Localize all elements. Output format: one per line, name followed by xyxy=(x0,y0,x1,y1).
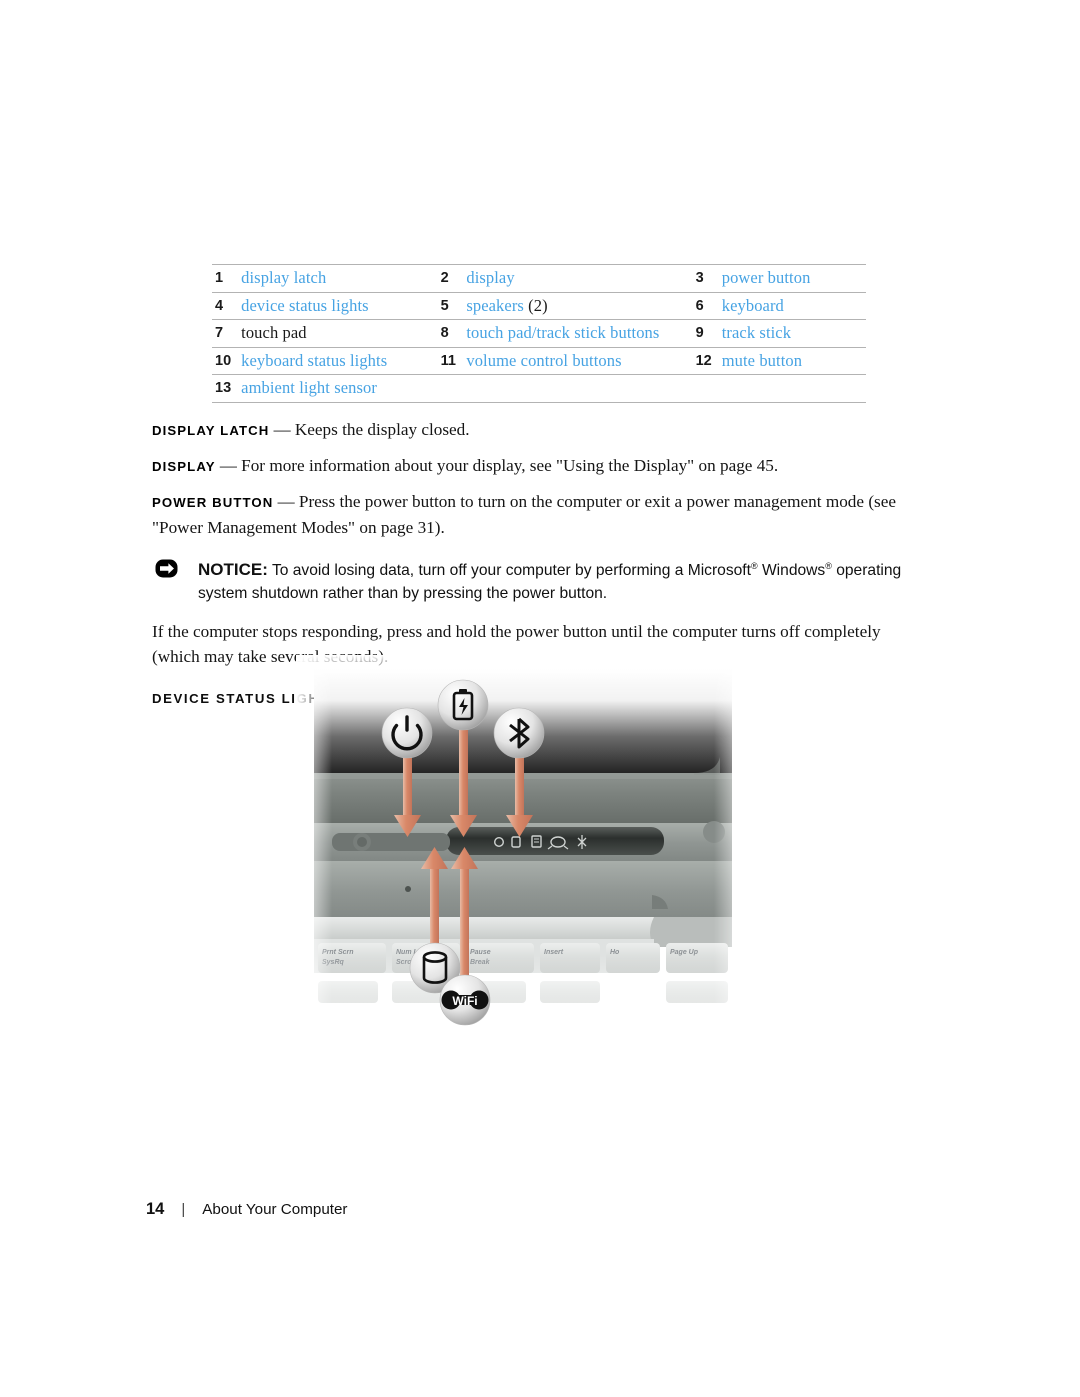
notice-callout: NOTICE: To avoid losing data, turn off y… xyxy=(152,558,924,605)
callout-label-text: touch pad/track stick buttons xyxy=(466,323,660,343)
callout-label-track-stick[interactable]: track stick xyxy=(711,319,866,347)
definition-term: DISPLAY LATCH xyxy=(152,423,270,438)
definition-term: POWER BUTTON xyxy=(152,495,274,510)
table-row: 4 device status lights 5 speakers (2) 6 … xyxy=(212,291,866,320)
callout-label-text: speakers xyxy=(466,295,524,315)
svg-text:Insert: Insert xyxy=(544,949,564,956)
callout-label-display-latch[interactable]: display latch xyxy=(231,264,438,292)
power-status-icon xyxy=(381,707,433,759)
callout-number: 1 xyxy=(212,264,232,292)
callout-label-text: track stick xyxy=(721,323,792,343)
callout-label-empty xyxy=(456,374,693,403)
definition-display: DISPLAY — For more information about you… xyxy=(152,453,924,479)
callout-number: 10 xyxy=(212,346,232,375)
bluetooth-status-icon xyxy=(493,707,545,759)
notice-text-2: Windows xyxy=(757,562,826,579)
callout-label-text: volume control buttons xyxy=(466,350,622,370)
registered-mark: ® xyxy=(825,560,832,571)
table-row: 7 touch pad 8 touch pad/track stick butt… xyxy=(212,319,866,347)
callout-label-text: display xyxy=(466,268,515,288)
callout-table: 1 display latch 2 display 3 power button… xyxy=(212,264,866,403)
definition-dash: — xyxy=(219,456,237,475)
callout-label-text: mute button xyxy=(721,350,803,370)
callout-number: 6 xyxy=(692,291,712,320)
definition-text: Keeps the display closed. xyxy=(294,420,470,439)
callout-number-empty xyxy=(437,374,457,403)
notice-text-1: To avoid losing data, turn off your comp… xyxy=(271,562,751,579)
callout-table-body: 1 display latch 2 display 3 power button… xyxy=(212,264,866,403)
callout-number: 3 xyxy=(692,264,712,292)
svg-text:Pause: Pause xyxy=(470,949,491,956)
callout-label-text: ambient light sensor xyxy=(241,378,377,398)
callout-label-touch-pad-track-stick-buttons[interactable]: touch pad/track stick buttons xyxy=(456,319,693,347)
callout-number: 9 xyxy=(692,319,712,347)
callout-number: 12 xyxy=(692,346,712,375)
notice-arrow-icon xyxy=(155,559,178,578)
callout-number: 2 xyxy=(437,264,457,292)
callout-label-text: device status lights xyxy=(241,295,369,315)
callout-label-suffix: (2) xyxy=(523,295,548,315)
callout-label-text: power button xyxy=(721,268,811,288)
callout-number: 4 xyxy=(212,291,232,320)
table-row: 1 display latch 2 display 3 power button xyxy=(212,264,866,292)
table-row: 10 keyboard status lights 11 volume cont… xyxy=(212,346,866,375)
footer-section-title: About Your Computer xyxy=(202,1201,348,1218)
definition-power-button: POWER BUTTON — Press the power button to… xyxy=(152,489,924,540)
battery-status-icon xyxy=(437,679,489,731)
page-footer: 14 | About Your Computer xyxy=(146,1200,348,1219)
callout-label-text: display latch xyxy=(241,268,327,288)
callout-number-empty xyxy=(692,374,712,403)
callout-label-text: touch pad xyxy=(241,323,307,343)
definition-text: For more information about your display,… xyxy=(241,456,779,475)
callout-label-keyboard[interactable]: keyboard xyxy=(711,291,866,320)
notice-label: NOTICE: xyxy=(198,560,268,579)
svg-text:WiFi: WiFi xyxy=(452,994,477,1008)
callout-label-keyboard-status-lights[interactable]: keyboard status lights xyxy=(231,346,438,375)
callout-label-volume-control-buttons[interactable]: volume control buttons xyxy=(456,346,693,375)
table-row: 13 ambient light sensor xyxy=(212,374,866,403)
definition-term: DISPLAY xyxy=(152,459,216,474)
definition-dash: — xyxy=(277,492,295,511)
callout-label-ambient-light-sensor[interactable]: ambient light sensor xyxy=(231,374,438,403)
footer-page-number: 14 xyxy=(146,1200,165,1218)
svg-text:Page Up: Page Up xyxy=(670,949,699,956)
wifi-status-icon: WiFi xyxy=(439,974,491,1026)
device-status-lights-illustration: Prnt Scrn SysRq Num Lk Scroll Lk Pause B… xyxy=(296,655,756,1045)
callout-label-device-status-lights[interactable]: device status lights xyxy=(231,291,438,320)
callout-label-text: keyboard status lights xyxy=(241,350,388,370)
callout-label-display[interactable]: display xyxy=(456,264,693,292)
callout-label-mute-button[interactable]: mute button xyxy=(711,346,866,375)
callout-number: 11 xyxy=(437,346,457,375)
callout-number: 13 xyxy=(212,374,232,403)
callout-label-touch-pad: touch pad xyxy=(231,319,438,347)
callout-number: 7 xyxy=(212,319,232,347)
callout-label-speakers[interactable]: speakers (2) xyxy=(456,291,693,320)
svg-text:Ho: Ho xyxy=(610,949,620,956)
registered-mark: ® xyxy=(750,560,758,571)
callout-label-power-button[interactable]: power button xyxy=(711,264,866,292)
callout-label-text: keyboard xyxy=(721,295,784,315)
callout-number: 5 xyxy=(437,291,457,320)
footer-separator: | xyxy=(181,1201,186,1218)
callout-number: 8 xyxy=(437,319,457,347)
callout-label-empty xyxy=(711,374,866,403)
definition-display-latch: DISPLAY LATCH — Keeps the display closed… xyxy=(152,417,924,443)
definition-dash: — xyxy=(273,420,291,439)
